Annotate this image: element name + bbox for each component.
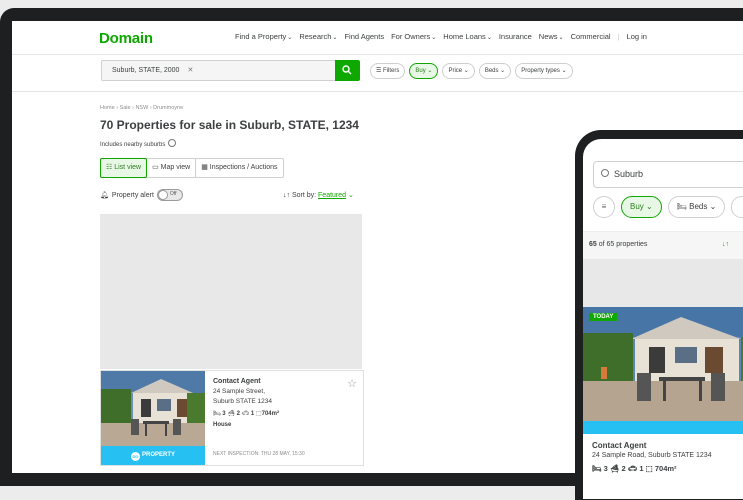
bed-icon: 🛏︎	[676, 202, 690, 211]
search-icon	[342, 65, 352, 75]
breadcrumb[interactable]: Home › Sale › NSW › Drummoyne	[100, 105, 183, 111]
nav-find-property[interactable]: Find a Property⌄	[235, 32, 292, 41]
chevron-down-icon: ⌄	[427, 68, 433, 74]
phone-results-bar: 65 of 65 properties ↓↑	[583, 231, 743, 261]
listing-details: Contact Agent 24 Sample Street, Suburb S…	[213, 377, 279, 430]
phone-screen: Suburb ≡ Buy ⌄ 🛏︎ Beds ⌄ 65 of 65 proper…	[583, 139, 743, 499]
listing-type: House	[213, 422, 232, 428]
chevron-down-icon: ⌄	[646, 202, 653, 211]
bath-icon: 🛁︎	[227, 411, 235, 417]
phone-property-photo-image	[583, 307, 743, 422]
list-icon: ☷	[106, 164, 115, 171]
land-size-icon: ⬚	[645, 464, 653, 473]
nav-research[interactable]: Research⌄	[299, 32, 337, 41]
tab-list-view[interactable]: ☷ List view	[100, 158, 148, 178]
sliders-icon[interactable]: ≡	[593, 196, 615, 218]
beds-filter[interactable]: Beds ⌄	[478, 63, 512, 79]
chevron-down-icon: ⌄	[709, 202, 717, 211]
tab-map-view[interactable]: ▭ Map view	[147, 159, 197, 177]
bath-icon: 🛁︎	[609, 464, 620, 473]
calendar-icon: ▦	[201, 164, 210, 171]
suburb-chip: Suburb, STATE, 2000 ✕	[112, 67, 194, 74]
chevron-down-icon: ⌄	[558, 35, 564, 41]
nearby-suburbs-note: Includes nearby suburbs	[100, 139, 177, 148]
domain-logo[interactable]: Domain	[99, 30, 153, 47]
phone-agency-banner[interactable]	[583, 421, 743, 434]
filter-row: ☰ Filters Buy ⌄ Price ⌄ Beds ⌄ Property …	[370, 63, 573, 79]
today-badge: TODAY	[589, 313, 618, 321]
property-photo[interactable]	[101, 371, 205, 446]
search-button[interactable]	[335, 60, 360, 81]
property-types-filter[interactable]: Property types ⌄	[515, 63, 573, 79]
page-title: 70 Properties for sale in Suburb, STATE,…	[100, 118, 359, 132]
nav-for-owners[interactable]: For Owners⌄	[391, 32, 436, 41]
alert-toggle[interactable]: Off	[156, 189, 183, 201]
sliders-icon: ☰	[376, 68, 384, 74]
listing-address-line1[interactable]: 24 Sample Street,	[213, 387, 279, 397]
nav-insurance[interactable]: Insurance	[499, 32, 532, 41]
chevron-down-icon: ⌄	[287, 35, 293, 41]
phone-beds-filter[interactable]: 🛏︎ Beds ⌄	[667, 196, 726, 218]
phone-frame: Suburb ≡ Buy ⌄ 🛏︎ Beds ⌄ 65 of 65 proper…	[575, 130, 743, 500]
chevron-down-icon: ⌄	[332, 35, 338, 41]
bed-icon: 🛏︎	[592, 464, 602, 473]
phone-search-input[interactable]: Suburb	[593, 161, 743, 188]
property-alert: 🔔︎ Property alert Off	[100, 189, 183, 201]
search-input[interactable]: Suburb, STATE, 2000 ✕	[101, 60, 337, 81]
nav-commercial[interactable]: Commercial	[571, 32, 611, 41]
buy-filter[interactable]: Buy ⌄	[409, 63, 439, 79]
bell-icon: 🔔︎	[100, 192, 109, 199]
filters-button[interactable]: ☰ Filters	[370, 63, 406, 79]
nav-home-loans[interactable]: Home Loans⌄	[443, 32, 492, 41]
phone-more-filter[interactable]	[731, 196, 743, 218]
sort-icon[interactable]: ↓↑	[722, 241, 729, 248]
nav-news[interactable]: News⌄	[539, 32, 564, 41]
listing-price: Contact Agent	[213, 378, 261, 385]
chevron-down-icon: ⌄	[561, 68, 567, 74]
nav-find-agents[interactable]: Find Agents	[344, 32, 384, 41]
view-switcher: ☷ List view ▭ Map view ▦ Inspections / A…	[100, 158, 284, 178]
chevron-down-icon: ⌄	[348, 192, 354, 199]
property-photo-image	[101, 371, 205, 446]
car-icon: 🚗︎	[241, 411, 250, 417]
car-icon: 🚗︎	[627, 464, 638, 473]
chevron-down-icon: ⌄	[486, 35, 492, 41]
listing-placeholder	[100, 214, 362, 369]
nav-login[interactable]: Log in	[627, 32, 647, 41]
phone-listing-details[interactable]: Contact Agent 24 Sample Road, Suburb STA…	[592, 441, 712, 474]
top-nav: Domain Find a Property⌄ Research⌄ Find A…	[12, 21, 743, 55]
phone-listing-address: 24 Sample Road, Suburb STATE 1234	[592, 452, 712, 459]
search-bar: Suburb, STATE, 2000 ✕ ☰ Filters Buy ⌄ Pri…	[12, 55, 743, 92]
listing-features: 🛏︎ 3 🛁︎ 2 🚗︎ 1 ⬚704m²	[213, 411, 279, 417]
chevron-down-icon: ⌄	[431, 35, 437, 41]
chevron-down-icon: ⌄	[500, 68, 506, 74]
phone-filter-row: ≡ Buy ⌄ 🛏︎ Beds ⌄	[593, 196, 743, 218]
agency-banner[interactable]: DO PROPERTY	[101, 446, 205, 465]
chevron-down-icon: ⌄	[463, 68, 469, 74]
star-icon[interactable]: ☆	[347, 377, 357, 390]
listing-card[interactable]: DO PROPERTY Contact Agent 24 Sample Stree…	[100, 370, 364, 466]
phone-listing-price: Contact Agent	[592, 441, 647, 450]
toggle-knob	[157, 190, 168, 200]
phone-placeholder	[583, 259, 743, 307]
close-icon[interactable]: ✕	[187, 67, 193, 74]
phone-listing-features: 🛏︎ 3 🛁︎ 2 🚗︎ 1 ⬚ 704m²	[592, 464, 677, 473]
tab-inspections[interactable]: ▦ Inspections / Auctions	[196, 159, 282, 177]
listing-address-line2[interactable]: Suburb STATE 1234	[213, 397, 279, 407]
price-filter[interactable]: Price ⌄	[442, 63, 475, 79]
phone-property-photo[interactable]	[583, 307, 743, 422]
search-icon	[601, 169, 609, 177]
info-icon[interactable]	[168, 139, 177, 147]
sort-control[interactable]: ↓↑ Sort by: Featured ⌄	[283, 191, 354, 199]
next-inspection: NEXT INSPECTION: THU 28 MAY, 15:30	[213, 451, 305, 457]
sort-icon: ↓↑	[283, 192, 292, 199]
phone-buy-filter[interactable]: Buy ⌄	[621, 196, 662, 218]
results-count: 65 of 65 properties	[589, 241, 648, 248]
nav-divider: |	[617, 32, 620, 41]
map-icon: ▭	[152, 164, 161, 171]
nav-links: Find a Property⌄ Research⌄ Find Agents F…	[235, 32, 647, 41]
bed-icon: 🛏︎	[213, 411, 221, 417]
